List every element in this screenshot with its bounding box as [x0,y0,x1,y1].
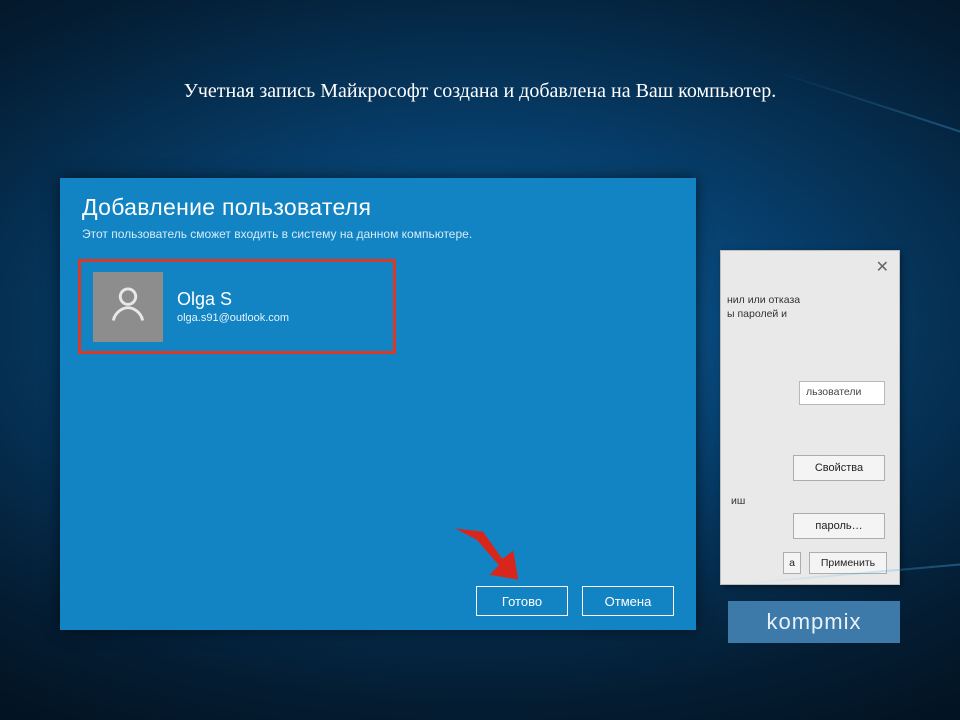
user-accounts-dialog: ✕ нил или отказа ы паролей и льзователи … [720,250,900,585]
panel-subtitle: Этот пользователь сможет входить в систе… [60,227,696,255]
panel-title: Добавление пользователя [60,178,696,227]
password-button[interactable]: пароль… [793,513,885,539]
slide-caption: Учетная запись Майкрософт создана и доба… [0,80,960,103]
panel-actions: Готово Отмена [476,586,674,616]
add-user-panel: Добавление пользователя Этот пользовател… [60,178,696,630]
avatar [93,272,163,342]
close-icon[interactable]: ✕ [876,257,889,277]
users-field[interactable]: льзователи [799,381,885,405]
user-name: Olga S [177,289,289,310]
user-email: olga.s91@outlook.com [177,312,289,324]
pointer-arrow-icon [448,522,534,586]
screenshot-stage: ✕ нил или отказа ы паролей и льзователи … [60,178,900,643]
watermark: kompmix [728,601,900,643]
bg-text-fragment: нил или отказа ы паролей и [727,293,800,321]
apply-button[interactable]: Применить [809,552,887,574]
bg-button-a[interactable]: а [783,552,801,574]
bg-text-fragment-2: иш [731,495,745,507]
user-card: Olga S olga.s91@outlook.com [78,259,396,354]
person-icon [106,282,150,331]
cancel-button[interactable]: Отмена [582,586,674,616]
done-button[interactable]: Готово [476,586,568,616]
user-info: Olga S olga.s91@outlook.com [177,289,289,324]
properties-button[interactable]: Свойства [793,455,885,481]
